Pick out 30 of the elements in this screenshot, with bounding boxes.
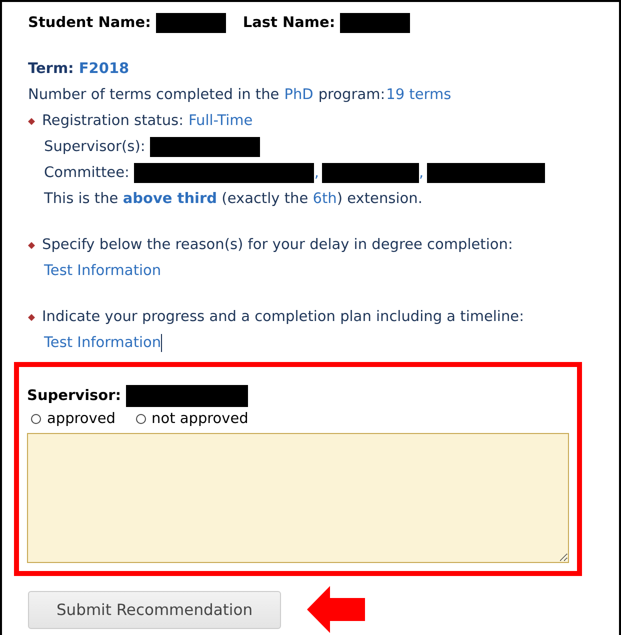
answer-text: Test Information: [44, 335, 162, 351]
field-value: PhD: [284, 87, 314, 103]
field-label: Number of terms completed in the: [28, 87, 280, 103]
comment-field[interactable]: [27, 433, 569, 563]
field-value: 19 terms: [386, 87, 452, 103]
redaction-bar: [340, 13, 410, 33]
bullet-icon: [28, 314, 35, 320]
redaction-bar: [156, 13, 226, 33]
bullet-icon: [28, 118, 35, 124]
question-text: Specify below the reason(s) for your delay in degree completion:: [42, 237, 513, 253]
separator-comma: ,: [418, 165, 424, 181]
question-text: Indicate your progress and a completion plan including a timeline:: [42, 309, 524, 325]
submit-button[interactable]: Submit Recommendation: [28, 590, 281, 628]
field-label: Supervisor:: [27, 388, 122, 404]
radio-option[interactable]: approved: [31, 411, 116, 427]
arrow-icon: [307, 586, 365, 633]
bullet-icon: [28, 242, 35, 248]
separator-comma: ,: [314, 165, 319, 181]
extension-sentence: This is the above third (exactly the 6th) extension.: [44, 191, 422, 207]
field-label: Student Name:: [28, 15, 151, 31]
field-label: Committee:: [44, 165, 130, 181]
field-label: Term:: [28, 61, 74, 77]
field-label: Supervisor(s):: [44, 139, 146, 155]
field-label: Registration status:: [42, 113, 184, 129]
field-value: F2018: [78, 61, 130, 77]
field-value: Full-Time: [188, 113, 253, 129]
field-label: program:: [318, 87, 386, 103]
radio-option[interactable]: not approved: [136, 411, 248, 427]
answer-text: Test Information: [44, 263, 162, 279]
field-label: Last Name:: [242, 15, 336, 31]
